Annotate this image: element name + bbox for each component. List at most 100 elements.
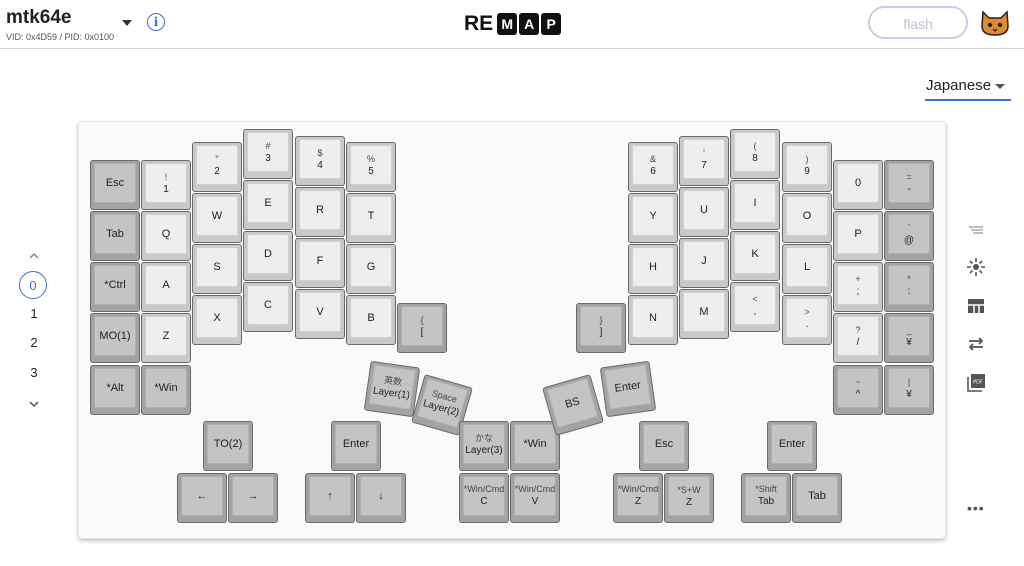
lighting-icon[interactable] [965,256,987,278]
key-k8[interactable]: (8 [730,129,780,179]
key-tab2[interactable]: Tab [792,473,842,523]
key-enter2[interactable]: Enter [331,421,381,471]
key-wc[interactable]: *Win/Cmd C [459,473,509,523]
key-z[interactable]: Z [141,313,191,363]
lines-icon[interactable] [965,218,987,240]
key-wz[interactable]: *Win/Cmd Z [613,473,663,523]
layer-0[interactable]: 0 [19,271,47,299]
key-k[interactable]: K [730,231,780,281]
key-n[interactable]: N [628,295,678,345]
chevron-down-icon[interactable] [28,398,40,410]
key-k0[interactable]: 0 [833,160,883,210]
key-wv[interactable]: *Win/Cmd V [510,473,560,523]
pdf-icon[interactable]: PDF [965,371,987,393]
key-b[interactable]: B [346,295,396,345]
key-tab[interactable]: Tab [90,211,140,261]
key-esc[interactable]: Esc [90,160,140,210]
key-face: かな Layer(3) [463,424,505,464]
key-label: 0 [854,177,862,189]
key-colon[interactable]: *: [884,262,934,312]
key-kana[interactable]: かな Layer(3) [459,421,509,471]
key-w[interactable]: W [192,193,242,243]
layout-icon[interactable] [965,295,987,317]
key-to2[interactable]: TO(2) [203,421,253,471]
key-r[interactable]: R [295,187,345,237]
key-label: } [599,314,603,325]
layer-2[interactable]: 2 [18,329,50,357]
key-k3[interactable]: #3 [243,129,293,179]
key-esc2[interactable]: Esc [639,421,689,471]
key-stab[interactable]: *Shift Tab [741,473,791,523]
key-v[interactable]: V [295,289,345,339]
key-swz[interactable]: *S+W Z [664,473,714,523]
key-minus[interactable]: = - [884,160,934,210]
key-k6[interactable]: & 6 [628,142,678,192]
key-up[interactable]: ↑ [305,473,355,523]
key-k4[interactable]: $4 [295,136,345,186]
key-k1[interactable]: ! 1 [141,160,191,210]
key-enter1[interactable]: Enter [599,360,657,418]
key-win[interactable]: *Win [141,365,191,415]
key-right[interactable]: → [228,473,278,523]
swap-icon[interactable] [965,333,987,355]
key-mo1[interactable]: MO(1) [90,313,140,363]
key-ctrl[interactable]: *Ctrl [90,262,140,312]
key-j[interactable]: J [679,238,729,288]
key-o[interactable]: O [782,193,832,243]
key-u[interactable]: U [679,187,729,237]
key-i[interactable]: I [730,180,780,230]
layer-1[interactable]: 1 [18,300,50,328]
key-left[interactable]: ← [177,473,227,523]
key-yen2[interactable]: | ¥ [884,365,934,415]
key-c[interactable]: C [243,282,293,332]
key-caret[interactable]: ~ ^ [833,365,883,415]
key-rbrace[interactable]: }] [576,303,626,353]
key-semi[interactable]: +; [833,262,883,312]
key-label: G [366,261,376,273]
key-down[interactable]: ↓ [356,473,406,523]
key-label: H [649,261,657,273]
key-face: #3 [247,132,289,172]
chevron-up-icon[interactable] [28,250,40,262]
key-period[interactable]: >. [782,295,832,345]
key-alt[interactable]: *Alt [90,365,140,415]
keyboard-layout-select[interactable]: Japanese [925,72,1011,101]
key-y[interactable]: Y [628,193,678,243]
key-g[interactable]: G [346,244,396,294]
keyboard-menu-chevron-icon[interactable] [122,20,132,26]
key-d[interactable]: D [243,231,293,281]
key-k5[interactable]: % 5 [346,142,396,192]
key-label: ¥ [906,388,912,400]
key-f[interactable]: F [295,238,345,288]
key-yen[interactable]: _ ¥ [884,313,934,363]
layer-3[interactable]: 3 [18,359,50,387]
key-face: Esc [643,424,685,464]
key-p[interactable]: P [833,211,883,261]
key-m[interactable]: M [679,289,729,339]
key-label: 5 [368,165,374,177]
key-at[interactable]: ` @ [884,211,934,261]
info-icon[interactable]: i [147,13,165,31]
key-eisu[interactable]: 英数 Layer(1) [363,360,421,418]
key-label: 2 [214,165,220,177]
key-k2[interactable]: " 2 [192,142,242,192]
key-l[interactable]: L [782,244,832,294]
key-a[interactable]: A [141,262,191,312]
key-k7[interactable]: ' 7 [679,136,729,186]
key-slash[interactable]: ? / [833,313,883,363]
key-t[interactable]: T [346,193,396,243]
key-x[interactable]: X [192,295,242,345]
flash-button[interactable]: flash [868,6,968,39]
key-comma[interactable]: <, [730,282,780,332]
key-q[interactable]: Q [141,211,191,261]
key-lbrace[interactable]: {[ [397,303,447,353]
more-icon[interactable]: ••• [967,500,985,516]
key-e[interactable]: E [243,180,293,230]
key-s[interactable]: S [192,244,242,294]
key-k9[interactable]: ) 9 [782,142,832,192]
key-win2[interactable]: *Win [510,421,560,471]
key-h[interactable]: H [628,244,678,294]
keyboard-name[interactable]: mtk64e [6,7,72,29]
key-enter3[interactable]: Enter [767,421,817,471]
cat-avatar-icon[interactable] [980,10,1010,36]
